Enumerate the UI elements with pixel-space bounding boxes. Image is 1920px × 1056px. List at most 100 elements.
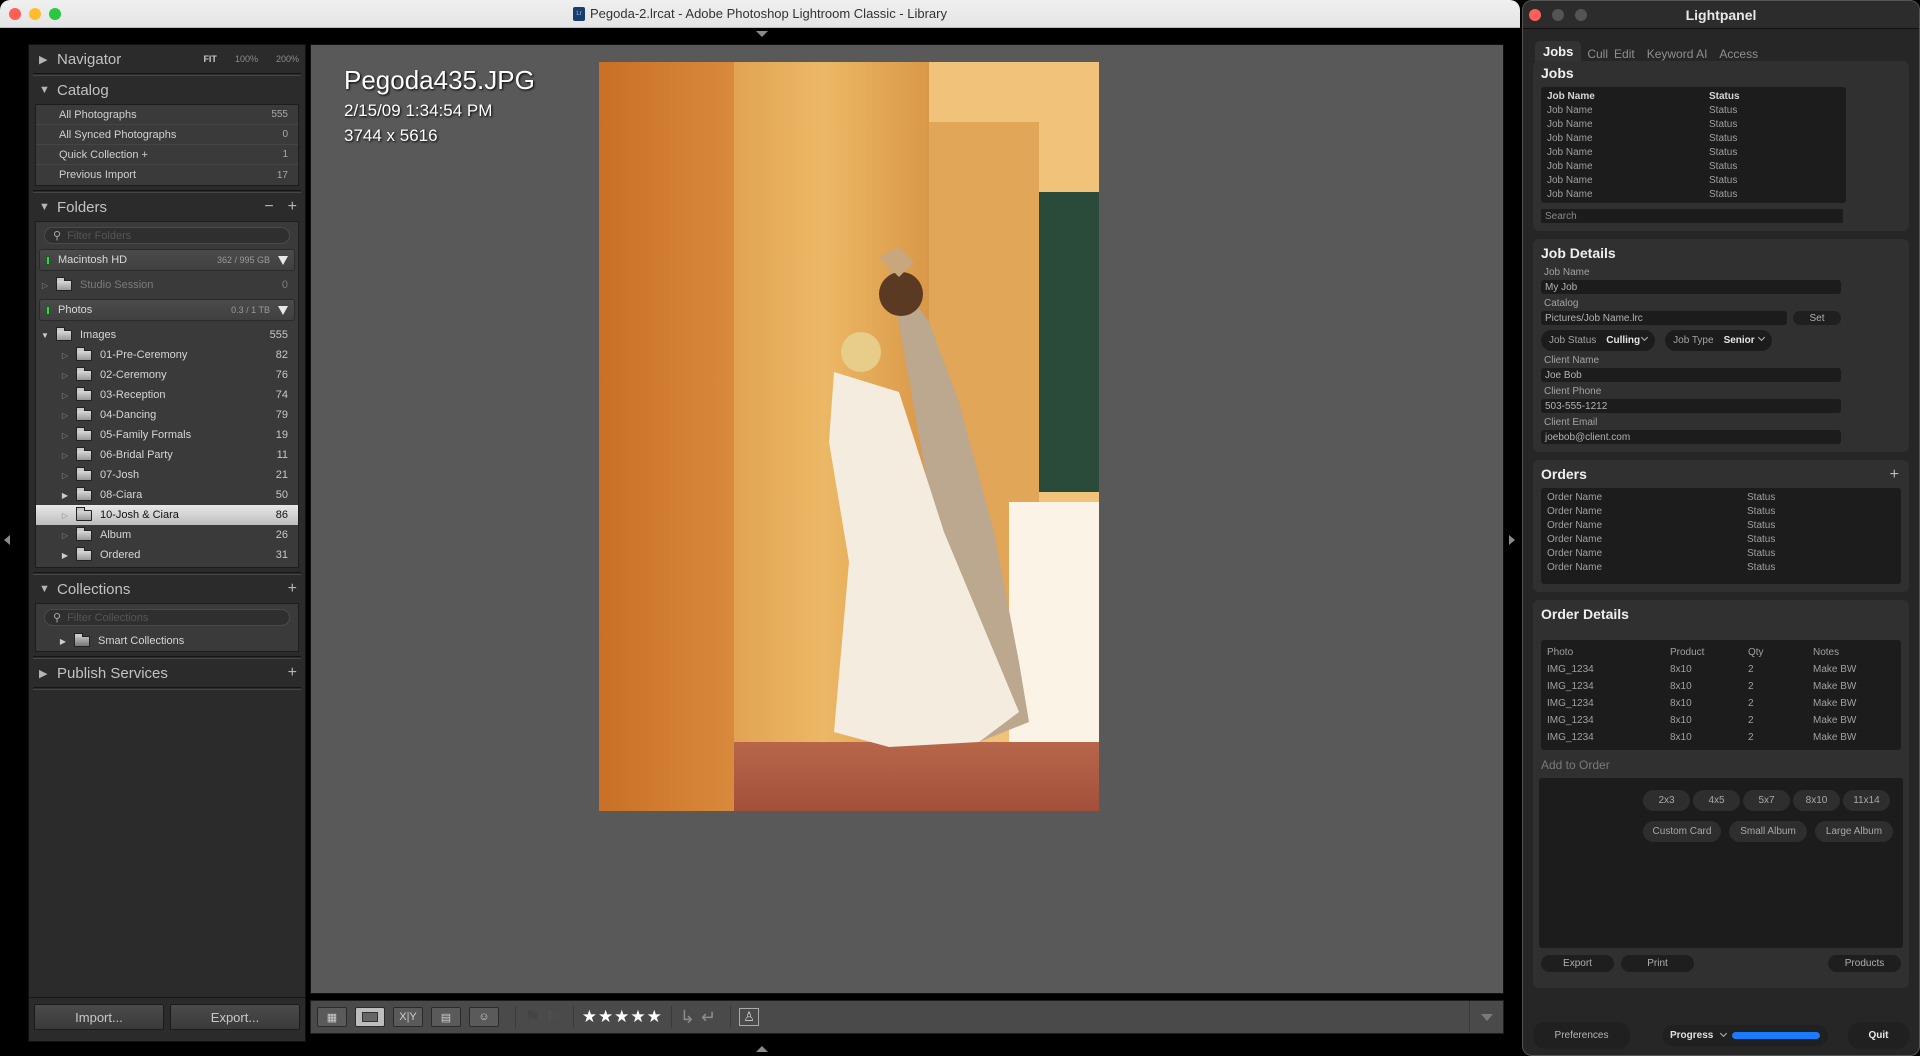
zoom-window-button[interactable] <box>49 8 61 20</box>
catalog-item-previous-import[interactable]: Previous Import 17 <box>36 165 298 185</box>
product-button-11x14[interactable]: 11x14 <box>1843 790 1890 811</box>
volume-menu-triangle-icon[interactable] <box>278 255 288 265</box>
folder-item[interactable]: ▷ Album 26 <box>36 525 298 545</box>
order-detail-row[interactable]: IMG_1234 8x10 2 Make BW <box>1547 678 1895 695</box>
folder-item[interactable]: ▷ 10-Josh & Ciara 86 <box>36 505 298 525</box>
filter-folders-input[interactable]: ⚲ Filter Folders <box>44 227 290 244</box>
close-window-button[interactable] <box>9 8 21 20</box>
order-detail-row[interactable]: IMG_1234 8x10 2 Make BW <box>1547 712 1895 729</box>
people-view-button[interactable]: ☺ <box>469 1007 499 1027</box>
folder-item[interactable]: ▶ 08-Ciara 50 <box>36 485 298 505</box>
zoom-100-option[interactable]: 100% <box>235 54 258 64</box>
quit-button[interactable]: Quit <box>1848 1021 1909 1049</box>
close-window-button[interactable] <box>1529 9 1541 21</box>
rotate-right-icon[interactable]: ↳ <box>680 1007 695 1028</box>
volume-macintosh-hd[interactable]: Macintosh HD 362 / 995 GB <box>39 249 295 271</box>
order-row[interactable]: Order Name Status <box>1547 532 1895 546</box>
survey-view-button[interactable]: ▤ <box>431 1007 461 1027</box>
catalog-path-input[interactable]: Pictures/Job Name.lrc <box>1541 311 1787 325</box>
add-order-button[interactable]: + <box>1890 466 1899 484</box>
job-row[interactable]: Job Name Status <box>1547 159 1840 173</box>
jobs-search-input[interactable]: Search <box>1541 209 1843 223</box>
zoom-window-button[interactable] <box>1575 9 1587 21</box>
publish-services-header[interactable]: ▶ Publish Services + <box>29 659 305 687</box>
star-rating[interactable]: ★★★★★ <box>582 1007 663 1027</box>
tab-edit[interactable]: Edit <box>1614 47 1635 61</box>
filter-collections-input[interactable]: ⚲ Filter Collections <box>44 609 290 626</box>
order-detail-row[interactable]: IMG_1234 8x10 2 Make BW <box>1547 695 1895 712</box>
tab-jobs[interactable]: Jobs <box>1535 41 1582 61</box>
product-button-small-album[interactable]: Small Album <box>1729 821 1807 842</box>
order-detail-row[interactable]: IMG_1234 8x10 2 Make BW <box>1547 729 1895 746</box>
compare-view-button[interactable]: X|Y <box>393 1007 423 1027</box>
product-button-custom-card[interactable]: Custom Card <box>1643 821 1721 842</box>
product-button-4x5[interactable]: 4x5 <box>1693 790 1740 811</box>
toolbar-options-dropdown[interactable] <box>1469 1001 1503 1033</box>
volume-photos[interactable]: Photos 0.3 / 1 TB <box>39 299 295 321</box>
expand-triangle-icon[interactable]: ▶ <box>58 637 68 646</box>
product-button-2x3[interactable]: 2x3 <box>1643 790 1690 811</box>
folder-studio-session[interactable]: ▷ Studio Session 0 <box>36 275 298 295</box>
folder-item[interactable]: ▶ Ordered 31 <box>36 545 298 565</box>
order-row[interactable]: Order Name Status <box>1547 546 1895 560</box>
loupe-view-button[interactable] <box>355 1007 385 1027</box>
job-row[interactable]: Job Name Status <box>1547 131 1840 145</box>
toggle-top-panel-arrow[interactable] <box>756 31 768 37</box>
progress-dropdown[interactable]: Progress <box>1662 1024 1829 1046</box>
products-button[interactable]: Products <box>1828 955 1901 972</box>
zoom-200-option[interactable]: 200% <box>276 54 299 64</box>
toggle-left-panel-arrow[interactable] <box>4 535 10 545</box>
grid-view-button[interactable]: ▦ <box>317 1007 347 1027</box>
folders-header[interactable]: ▼ Folders − + <box>29 193 305 221</box>
order-print-button[interactable]: Print <box>1621 955 1694 972</box>
job-name-input[interactable]: My Job <box>1541 280 1841 294</box>
set-catalog-button[interactable]: Set <box>1793 311 1841 325</box>
collapse-triangle-icon[interactable]: ▼ <box>40 331 50 340</box>
add-folder-button[interactable]: + <box>288 198 297 216</box>
product-button-5x7[interactable]: 5x7 <box>1743 790 1790 811</box>
folder-item[interactable]: ▷ 07-Josh 21 <box>36 465 298 485</box>
tab-keyword-ai[interactable]: Keyword AI <box>1647 47 1708 61</box>
catalog-header[interactable]: ▼ Catalog <box>29 76 305 104</box>
flag-pick-icon[interactable]: ⚑ <box>524 1007 540 1028</box>
remove-folder-button[interactable]: − <box>264 198 273 216</box>
job-status-dropdown[interactable]: Job Status Culling <box>1541 330 1656 351</box>
add-publish-service-button[interactable]: + <box>288 664 297 682</box>
rotate-left-icon[interactable]: ↵ <box>701 1007 716 1028</box>
minimize-window-button[interactable] <box>1552 9 1564 21</box>
job-row[interactable]: Job Name Status <box>1547 145 1840 159</box>
catalog-item-all-synced[interactable]: All Synced Photographs 0 <box>36 125 298 145</box>
flag-reject-icon[interactable]: ⚐ <box>546 1009 559 1026</box>
zoom-fit-option[interactable]: FIT <box>203 54 217 64</box>
catalog-item-all-photographs[interactable]: All Photographs 555 <box>36 105 298 125</box>
job-row[interactable]: Job Name Status <box>1547 187 1840 201</box>
order-row[interactable]: Order Name Status <box>1547 518 1895 532</box>
job-row[interactable]: Job Name Status <box>1547 117 1840 131</box>
toggle-filmstrip-arrow[interactable] <box>756 1046 768 1052</box>
smart-collections-item[interactable]: ▶ Smart Collections <box>36 631 298 651</box>
client-name-input[interactable]: Joe Bob <box>1541 368 1841 382</box>
folder-item[interactable]: ▷ 05-Family Formals 19 <box>36 425 298 445</box>
toggle-right-panel-arrow[interactable] <box>1509 535 1515 545</box>
product-button-8x10[interactable]: 8x10 <box>1793 790 1840 811</box>
volume-menu-triangle-icon[interactable] <box>278 305 288 315</box>
add-collection-button[interactable]: + <box>288 580 297 598</box>
tab-cull[interactable]: Cull <box>1587 47 1608 61</box>
people-detect-icon[interactable]: ♙ <box>739 1008 760 1026</box>
import-button[interactable]: Import... <box>34 1004 164 1030</box>
order-row[interactable]: Order Name Status <box>1547 560 1895 574</box>
order-export-button[interactable]: Export <box>1541 955 1614 972</box>
order-detail-row[interactable]: IMG_1234 8x10 2 Make BW <box>1547 661 1895 678</box>
folder-images[interactable]: ▼ Images 555 <box>36 325 298 345</box>
order-row[interactable]: Order Name Status <box>1547 504 1895 518</box>
expand-triangle-icon[interactable]: ▶ <box>60 491 70 500</box>
folder-item[interactable]: ▷ 01-Pre-Ceremony 82 <box>36 345 298 365</box>
main-photo[interactable] <box>599 62 1099 811</box>
minimize-window-button[interactable] <box>29 8 41 20</box>
folder-item[interactable]: ▷ 02-Ceremony 76 <box>36 365 298 385</box>
folder-item[interactable]: ▷ 06-Bridal Party 11 <box>36 445 298 465</box>
export-button[interactable]: Export... <box>170 1004 300 1030</box>
folder-item[interactable]: ▷ 03-Reception 74 <box>36 385 298 405</box>
job-row[interactable]: Job Name Status <box>1547 173 1840 187</box>
client-phone-input[interactable]: 503-555-1212 <box>1541 399 1841 413</box>
